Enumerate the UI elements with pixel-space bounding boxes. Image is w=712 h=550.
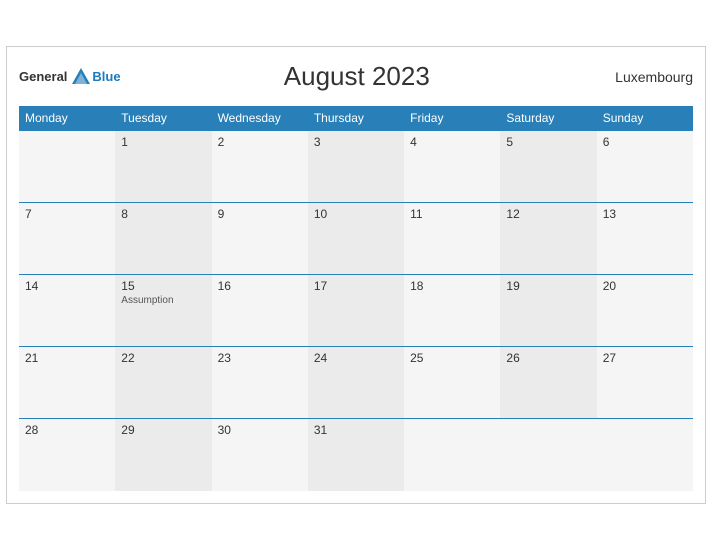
day-number: 17 [314, 279, 398, 293]
calendar-cell: 17 [308, 275, 404, 347]
calendar-cell: 6 [597, 131, 693, 203]
calendar-title: August 2023 [121, 61, 593, 92]
day-number: 20 [603, 279, 687, 293]
weekday-header-sunday: Sunday [597, 106, 693, 131]
day-number: 16 [218, 279, 302, 293]
calendar-cell: 10 [308, 203, 404, 275]
weekday-header-thursday: Thursday [308, 106, 404, 131]
day-number: 27 [603, 351, 687, 365]
calendar-cell: 26 [500, 347, 596, 419]
calendar-cell: 20 [597, 275, 693, 347]
calendar-cell: 18 [404, 275, 500, 347]
calendar-week-row: 28 29 30 31 [19, 419, 693, 491]
weekday-header-tuesday: Tuesday [115, 106, 211, 131]
calendar-week-row: 123456 [19, 131, 693, 203]
day-number: 4 [410, 135, 494, 149]
day-number: 25 [410, 351, 494, 365]
day-number: 18 [410, 279, 494, 293]
calendar-cell: 25 [404, 347, 500, 419]
calendar-cell: 3 [308, 131, 404, 203]
day-number: 23 [218, 351, 302, 365]
day-number: 30 [218, 423, 302, 437]
calendar-cell [500, 419, 596, 491]
calendar-cell: 12 [500, 203, 596, 275]
calendar-week-row: 14 15 Assumption 16 17 18 19 20 [19, 275, 693, 347]
calendar-week-row: 789 10 11 12 13 [19, 203, 693, 275]
day-number: 7 [25, 207, 109, 221]
calendar-cell: 5 [500, 131, 596, 203]
calendar-container: General Blue August 2023 Luxembourg Mond… [6, 46, 706, 504]
calendar-grid: MondayTuesdayWednesdayThursdayFridaySatu… [19, 106, 693, 491]
calendar-cell: 16 [212, 275, 308, 347]
day-number: 11 [410, 207, 494, 221]
calendar-cell: 24 [308, 347, 404, 419]
logo: General Blue [19, 66, 121, 88]
calendar-cell [19, 131, 115, 203]
calendar-cell: 11 [404, 203, 500, 275]
calendar-cell: 7 [19, 203, 115, 275]
day-number: 28 [25, 423, 109, 437]
weekday-header-monday: Monday [19, 106, 115, 131]
calendar-cell: 8 [115, 203, 211, 275]
calendar-cell: 30 [212, 419, 308, 491]
calendar-cell: 28 [19, 419, 115, 491]
day-number: 2 [218, 135, 302, 149]
day-number: 1 [121, 135, 205, 149]
calendar-cell: 15 Assumption [115, 275, 211, 347]
country-label: Luxembourg [593, 69, 693, 85]
day-number: 22 [121, 351, 205, 365]
day-number: 13 [603, 207, 687, 221]
weekday-header-wednesday: Wednesday [212, 106, 308, 131]
holiday-label: Assumption [121, 295, 205, 306]
calendar-cell: 31 [308, 419, 404, 491]
day-number: 14 [25, 279, 109, 293]
day-number: 5 [506, 135, 590, 149]
day-number: 9 [218, 207, 302, 221]
day-number: 15 [121, 279, 205, 293]
calendar-cell [404, 419, 500, 491]
calendar-cell: 14 [19, 275, 115, 347]
calendar-cell: 27 [597, 347, 693, 419]
calendar-week-row: 21 22 23 24 25 26 27 [19, 347, 693, 419]
calendar-cell: 19 [500, 275, 596, 347]
calendar-cell: 9 [212, 203, 308, 275]
day-number: 12 [506, 207, 590, 221]
day-number: 6 [603, 135, 687, 149]
calendar-cell: 1 [115, 131, 211, 203]
logo-icon [70, 66, 92, 88]
calendar-cell: 21 [19, 347, 115, 419]
day-number: 29 [121, 423, 205, 437]
calendar-cell: 2 [212, 131, 308, 203]
day-number: 26 [506, 351, 590, 365]
logo-blue-text: Blue [92, 69, 120, 84]
day-number: 3 [314, 135, 398, 149]
day-number: 10 [314, 207, 398, 221]
calendar-header: General Blue August 2023 Luxembourg [19, 57, 693, 96]
day-number: 31 [314, 423, 398, 437]
calendar-cell: 22 [115, 347, 211, 419]
calendar-cell: 29 [115, 419, 211, 491]
day-number: 8 [121, 207, 205, 221]
calendar-cell: 13 [597, 203, 693, 275]
calendar-cell: 4 [404, 131, 500, 203]
weekday-header-friday: Friday [404, 106, 500, 131]
day-number: 24 [314, 351, 398, 365]
day-number: 19 [506, 279, 590, 293]
weekday-header-row: MondayTuesdayWednesdayThursdayFridaySatu… [19, 106, 693, 131]
calendar-cell: 23 [212, 347, 308, 419]
weekday-header-saturday: Saturday [500, 106, 596, 131]
logo-general-text: General [19, 69, 67, 84]
day-number: 21 [25, 351, 109, 365]
calendar-cell [597, 419, 693, 491]
